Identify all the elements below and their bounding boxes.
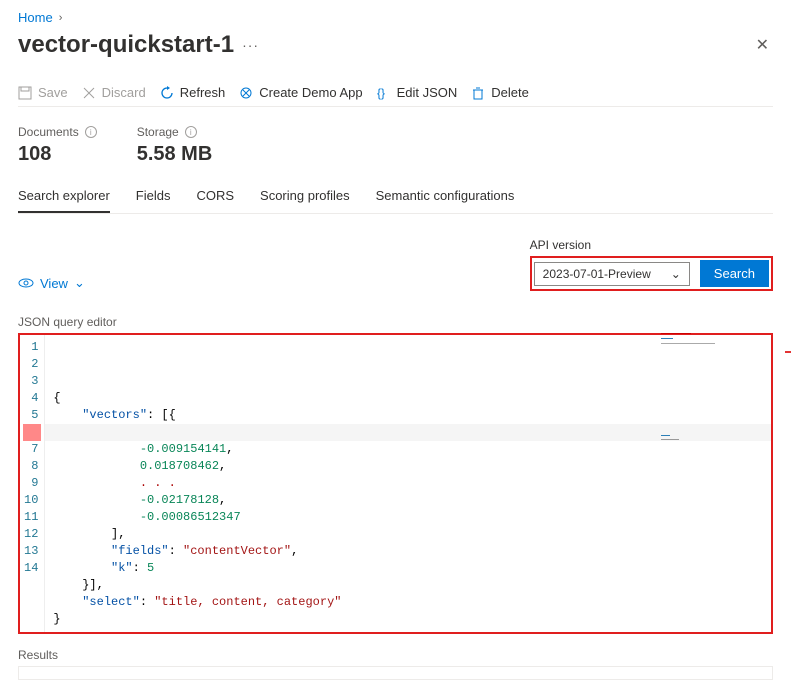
editor-label: JSON query editor: [18, 315, 773, 329]
edit-json-button[interactable]: {} Edit JSON: [377, 85, 458, 100]
svg-text:{}: {}: [377, 86, 385, 100]
discard-icon: [82, 86, 96, 100]
save-button[interactable]: Save: [18, 85, 68, 100]
stats-row: Documentsi 108 Storagei 5.58 MB: [18, 125, 773, 166]
documents-value: 108: [18, 143, 97, 166]
tab-semantic[interactable]: Semantic configurations: [376, 188, 515, 213]
highlight-box: 2023-07-01-Preview ⌄ Search: [530, 256, 773, 291]
trash-icon: [471, 86, 485, 100]
storage-value: 5.58 MB: [137, 143, 213, 166]
chevron-right-icon: ›: [59, 12, 63, 24]
api-version-label: API version: [530, 238, 773, 252]
tab-scoring[interactable]: Scoring profiles: [260, 188, 350, 213]
stat-storage: Storagei 5.58 MB: [137, 125, 213, 166]
delete-button[interactable]: Delete: [471, 85, 529, 100]
eye-icon: [18, 277, 34, 289]
json-editor[interactable]: 1234567891011121314 { "vectors": [{ "val…: [18, 333, 773, 634]
breadcrumb: Home ›: [18, 10, 773, 25]
save-icon: [18, 86, 32, 100]
refresh-icon: [160, 86, 174, 100]
chevron-down-icon: ⌄: [74, 275, 85, 291]
line-gutter: 1234567891011121314: [20, 335, 45, 632]
tab-cors[interactable]: CORS: [196, 188, 234, 213]
view-dropdown[interactable]: View ⌄: [18, 275, 85, 291]
code-area[interactable]: { "vectors": [{ "value": [ -0.009154141,…: [45, 335, 771, 632]
tab-fields[interactable]: Fields: [136, 188, 171, 213]
page-title: vector-quickstart-1: [18, 31, 234, 59]
search-button[interactable]: Search: [700, 260, 769, 287]
breadcrumb-home[interactable]: Home: [18, 10, 53, 25]
error-marker: [23, 424, 41, 441]
close-button[interactable]: ✕: [752, 31, 773, 59]
info-icon[interactable]: i: [185, 126, 197, 138]
results-label: Results: [18, 648, 773, 662]
info-icon[interactable]: i: [85, 126, 97, 138]
discard-button[interactable]: Discard: [82, 85, 146, 100]
toolbar: Save Discard Refresh Create Demo App {} …: [18, 85, 773, 107]
tab-search-explorer[interactable]: Search explorer: [18, 188, 110, 213]
refresh-button[interactable]: Refresh: [160, 85, 226, 100]
demo-icon: [239, 86, 253, 100]
results-box: [18, 666, 773, 680]
chevron-down-icon: ⌄: [671, 267, 681, 281]
api-version-select[interactable]: 2023-07-01-Preview ⌄: [534, 262, 690, 286]
braces-icon: {}: [377, 86, 391, 100]
more-icon[interactable]: ···: [242, 37, 259, 53]
tabs: Search explorer Fields CORS Scoring prof…: [18, 188, 773, 214]
create-demo-button[interactable]: Create Demo App: [239, 85, 362, 100]
stat-documents: Documentsi 108: [18, 125, 97, 166]
